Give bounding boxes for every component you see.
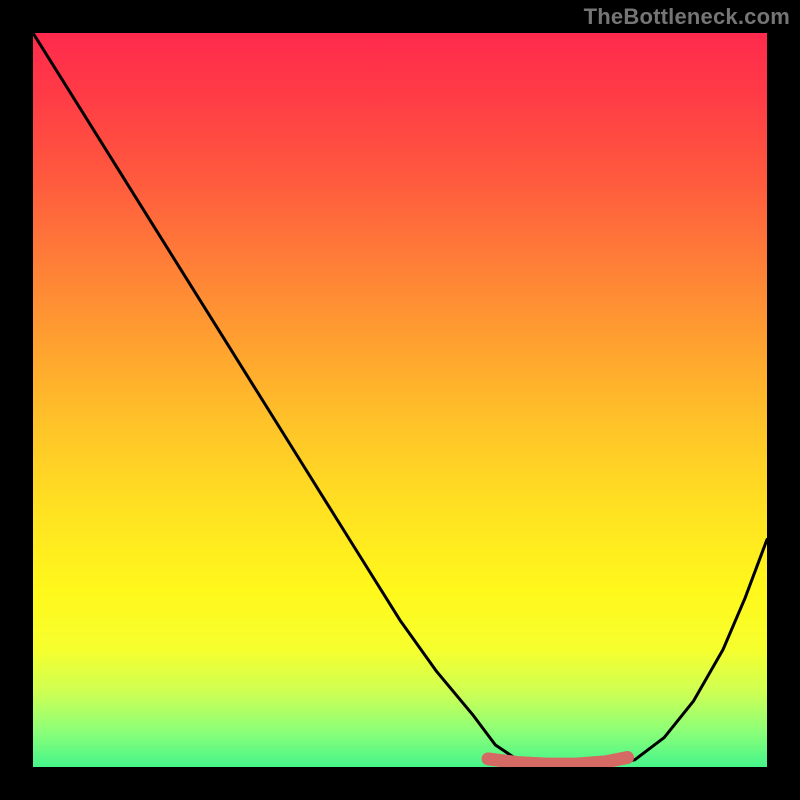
plot-area [33, 33, 767, 767]
chart-frame: TheBottleneck.com [0, 0, 800, 800]
watermark-text: TheBottleneck.com [584, 4, 790, 30]
optimal-marker [488, 758, 627, 765]
curve-overlay [33, 33, 767, 767]
bottleneck-curve [33, 33, 767, 767]
